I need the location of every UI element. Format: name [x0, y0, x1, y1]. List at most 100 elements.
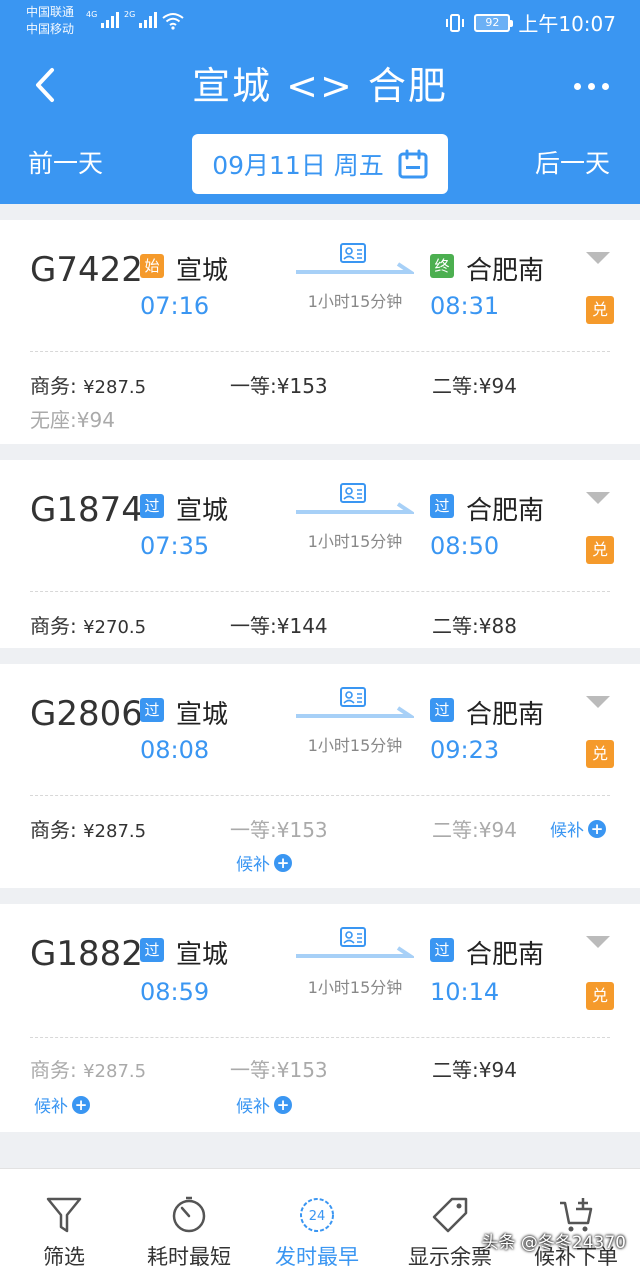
price-business: 商务: ¥270.5 — [30, 614, 147, 638]
train-number: G7422 — [30, 250, 143, 290]
depart-time: 08:59 — [140, 978, 210, 1006]
pass-tag: 过 — [430, 938, 454, 962]
price-second: 二等:¥94 — [432, 818, 517, 842]
tab-waitlist-order[interactable]: 候补下单 — [526, 1169, 626, 1280]
expand-arrow-icon[interactable] — [586, 696, 610, 710]
waitlist-second-button[interactable]: 候补 + — [550, 816, 606, 841]
arrive-station: 合肥南 — [466, 940, 545, 970]
depart-station: 宣城 — [176, 256, 229, 286]
exchange-badge[interactable]: 兑 — [586, 536, 614, 564]
id-card-arrow-icon — [296, 483, 414, 514]
arrive-time: 08:50 — [430, 532, 500, 560]
bottom-toolbar: 筛选 耗时最短 24 发时最早 显示余票 候补下单 — [0, 1168, 640, 1280]
wifi-icon — [162, 13, 184, 30]
date-selector[interactable]: 09月11日 周五 — [192, 134, 448, 194]
plus-icon: + — [274, 853, 292, 872]
price-second: 二等:¥94 — [432, 374, 517, 398]
route-title: 宣城 <> 合肥 — [192, 64, 448, 108]
exchange-badge[interactable]: 兑 — [586, 740, 614, 768]
signal-icon-1: 4G — [86, 10, 120, 28]
next-day-button[interactable]: 后一天 — [535, 146, 610, 182]
tab-show-remaining[interactable]: 显示余票 — [400, 1169, 500, 1280]
waitlist-first-button[interactable]: 候补 + — [236, 850, 292, 875]
pass-tag: 过 — [140, 938, 164, 962]
arrive-station: 合肥南 — [466, 700, 545, 730]
carrier-2: 中国移动 — [26, 22, 75, 36]
train-card[interactable]: G7422 始 宣城 07:16 1小时15分钟 终 合肥南 08:31 兑 商… — [0, 220, 640, 444]
date-text: 09月11日 周五 — [212, 151, 384, 180]
arrive-time: 08:31 — [430, 292, 500, 320]
plus-icon: + — [72, 1095, 90, 1114]
expand-arrow-icon[interactable] — [586, 252, 610, 266]
vibrate-icon — [446, 13, 465, 32]
timer-icon — [172, 1196, 206, 1233]
ticket-tag-icon — [432, 1197, 468, 1233]
train-card[interactable]: G2806 过 宣城 08:08 1小时15分钟 过 合肥南 09:23 兑 商… — [0, 664, 640, 888]
plus-icon: + — [588, 819, 606, 838]
more-options-button[interactable] — [574, 72, 616, 100]
arrive-station: 合肥南 — [466, 256, 545, 286]
tab-earliest-depart[interactable]: 24 发时最早 — [262, 1169, 372, 1280]
train-card[interactable]: G1882 过 宣城 08:59 1小时15分钟 过 合肥南 10:14 兑 商… — [0, 904, 640, 1132]
price-first: 一等:¥153 — [230, 374, 328, 398]
depart-time: 08:08 — [140, 736, 210, 764]
price-business: 商务: ¥287.5 — [30, 374, 147, 398]
origin-tag: 始 — [140, 254, 164, 278]
terminal-tag: 终 — [430, 254, 454, 278]
app-header: 中国联通 中国移动 4G 2G 92 上午10:07 宣城 <> 合肥 前一天 … — [0, 0, 640, 204]
pass-tag: 过 — [140, 698, 164, 722]
duration: 1小时15分钟 — [307, 292, 403, 311]
price-second: 二等:¥94 — [432, 1058, 517, 1082]
tab-filter[interactable]: 筛选 — [20, 1169, 108, 1280]
clock-24-icon: 24 — [300, 1198, 334, 1232]
train-number: G1874 — [30, 490, 143, 530]
plus-icon: + — [274, 1095, 292, 1114]
price-first: 一等:¥144 — [230, 614, 328, 638]
status-bar: 中国联通 中国移动 4G 2G 92 上午10:07 — [0, 0, 640, 44]
depart-station: 宣城 — [176, 496, 229, 526]
arrive-station: 合肥南 — [466, 496, 545, 526]
filter-icon — [46, 1197, 82, 1233]
tab-shortest-label: 耗时最短 — [147, 1245, 231, 1269]
price-first: 一等:¥153 — [230, 1058, 328, 1082]
arrive-time: 09:23 — [430, 736, 500, 764]
expand-arrow-icon[interactable] — [586, 492, 610, 506]
pass-tag: 过 — [430, 698, 454, 722]
signal-icon-2: 2G — [124, 10, 158, 28]
exchange-badge[interactable]: 兑 — [586, 296, 614, 324]
waitlist-business-button[interactable]: 候补 + — [34, 1092, 90, 1117]
exchange-badge[interactable]: 兑 — [586, 982, 614, 1010]
divider — [30, 795, 610, 796]
id-card-arrow-icon — [296, 927, 414, 958]
tab-earliest-label: 发时最早 — [275, 1245, 359, 1269]
carrier-names: 中国联通 中国移动 — [26, 4, 74, 38]
train-number: G1882 — [30, 934, 143, 974]
train-card[interactable]: G1874 过 宣城 07:35 1小时15分钟 过 合肥南 08:50 兑 商… — [0, 460, 640, 648]
carrier-1: 中国联通 — [26, 5, 75, 19]
tab-remaining-label: 显示余票 — [408, 1245, 492, 1269]
arrive-time: 10:14 — [430, 978, 500, 1006]
calendar-icon — [398, 149, 428, 179]
duration: 1小时15分钟 — [307, 736, 403, 755]
svg-text:24: 24 — [309, 1209, 326, 1224]
battery-icon: 92 — [474, 13, 514, 32]
pass-tag: 过 — [430, 494, 454, 518]
price-first: 一等:¥153 — [230, 818, 328, 842]
pass-tag: 过 — [140, 494, 164, 518]
waitlist-first-button[interactable]: 候补 + — [236, 1092, 292, 1117]
id-card-arrow-icon — [296, 687, 414, 718]
clock-time: 上午10:07 — [518, 12, 616, 36]
divider — [30, 1037, 610, 1038]
status-right: 92 上午10:07 — [444, 8, 616, 37]
price-business: 商务: ¥287.5 — [30, 818, 147, 842]
divider — [30, 591, 610, 592]
depart-station: 宣城 — [176, 700, 229, 730]
duration: 1小时15分钟 — [307, 532, 403, 551]
price-noseat: 无座:¥94 — [30, 408, 115, 432]
tab-shortest-duration[interactable]: 耗时最短 — [134, 1169, 244, 1280]
train-number: G2806 — [30, 694, 143, 734]
expand-arrow-icon[interactable] — [586, 936, 610, 950]
depart-station: 宣城 — [176, 940, 229, 970]
prev-day-button[interactable]: 前一天 — [28, 146, 103, 182]
id-card-arrow-icon — [296, 243, 414, 274]
